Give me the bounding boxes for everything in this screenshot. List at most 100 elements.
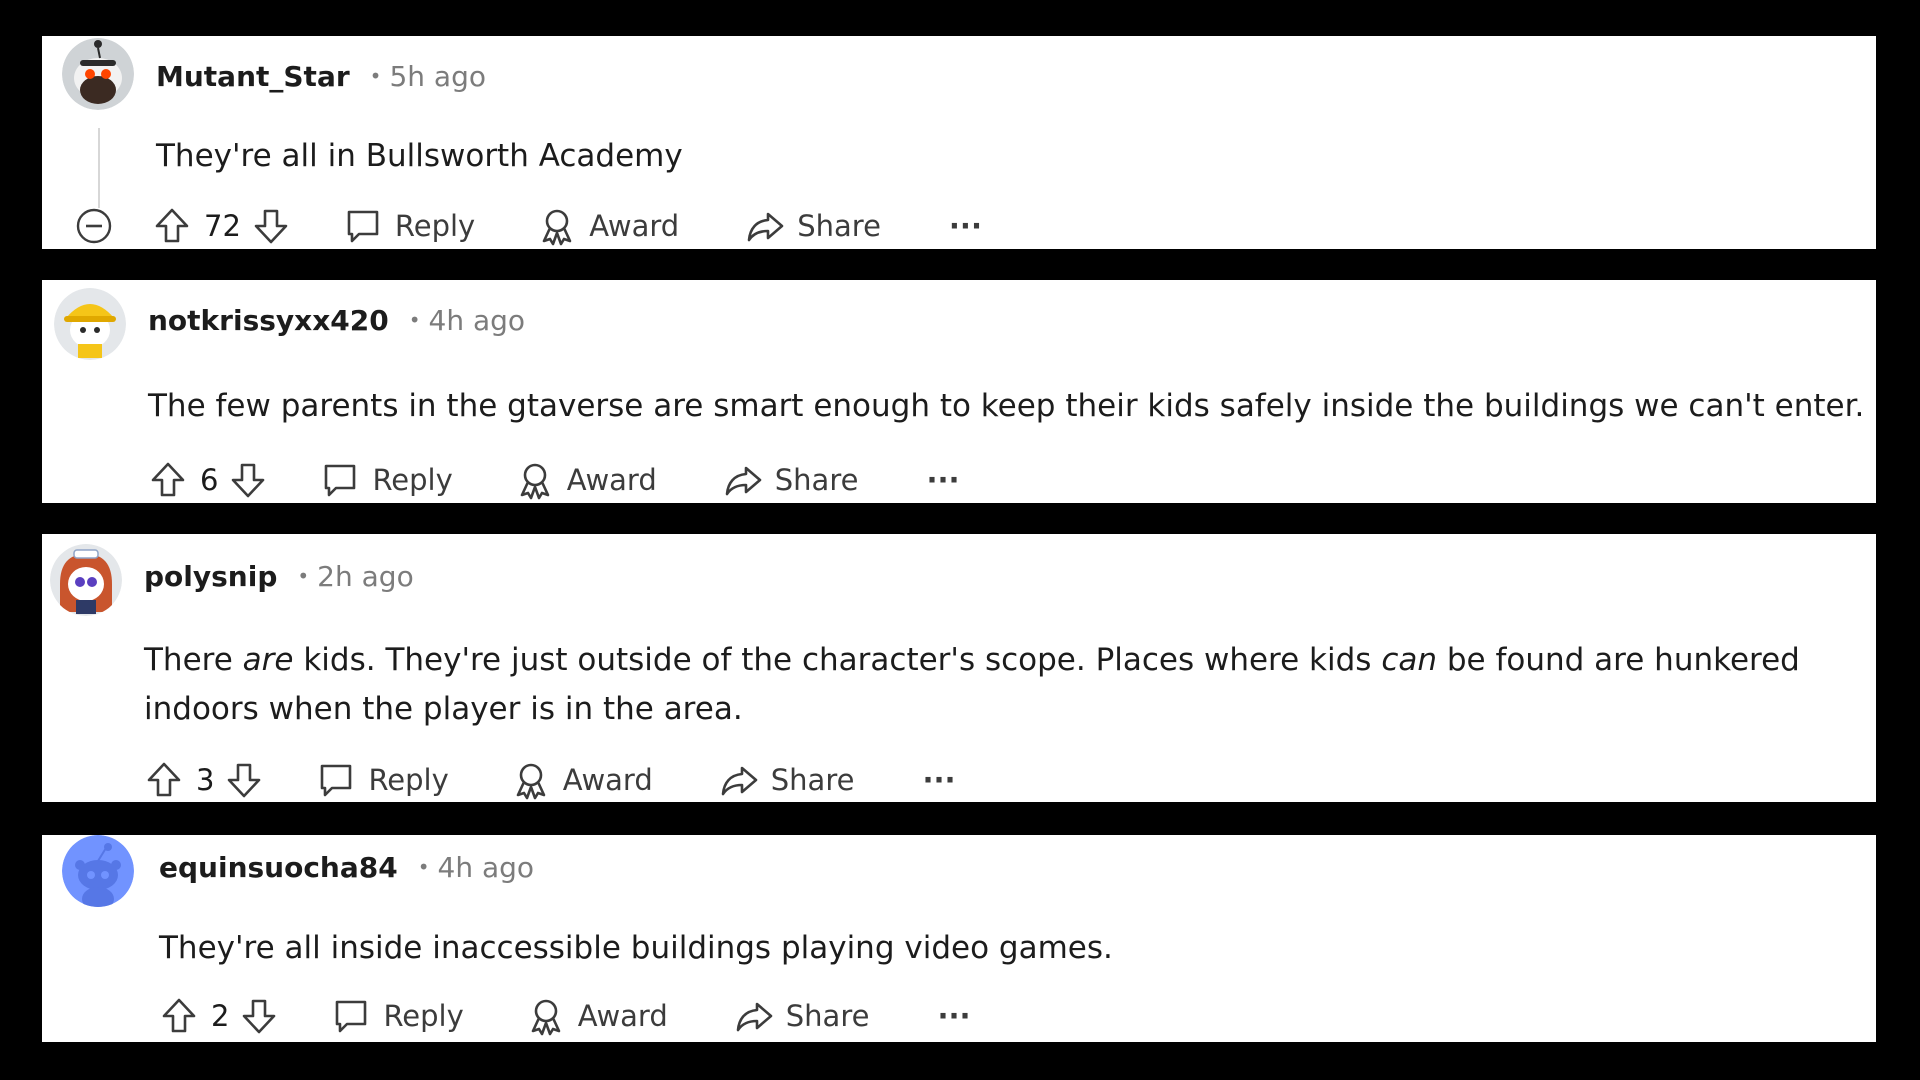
comment-card: polysnip • 2h ago There are kids. They'r… <box>42 534 1876 802</box>
comment-meta: polysnip • 2h ago <box>144 556 414 596</box>
username[interactable]: Mutant_Star <box>156 60 350 93</box>
snoo-with-beard-avatar[interactable] <box>62 38 134 110</box>
snoo-yellow-hat-avatar[interactable] <box>54 288 126 360</box>
collapse-thread-button[interactable] <box>74 206 114 246</box>
vote-count: 2 <box>211 999 230 1033</box>
award-label: Award <box>577 999 668 1033</box>
award-label: Award <box>562 763 653 797</box>
more-options-button[interactable]: ··· <box>937 999 970 1033</box>
downvote-button[interactable] <box>251 206 291 246</box>
more-icon: ··· <box>948 209 982 243</box>
default-snoo-avatar[interactable] <box>62 835 134 907</box>
text-run: be found are hunkered <box>1437 642 1800 678</box>
reply-button[interactable]: Reply <box>343 206 475 246</box>
award-button[interactable]: Award <box>526 996 668 1036</box>
downvote-icon <box>251 206 291 246</box>
thread-line[interactable] <box>98 128 100 208</box>
award-icon <box>515 460 555 500</box>
more-options-button[interactable]: ··· <box>949 209 982 243</box>
award-icon <box>537 206 577 246</box>
comment-text: They're all in Bullsworth Academy <box>156 138 683 174</box>
separator-dot: • <box>408 308 421 332</box>
share-icon <box>719 760 759 800</box>
timestamp[interactable]: 2h ago <box>317 560 414 593</box>
reply-label: Reply <box>383 999 464 1033</box>
award-icon <box>511 760 551 800</box>
award-button[interactable]: Award <box>511 760 653 800</box>
share-icon <box>745 206 785 246</box>
vote-count: 72 <box>204 209 241 243</box>
share-button[interactable]: Share <box>723 460 859 500</box>
downvote-button[interactable] <box>224 760 264 800</box>
emphasis-text: are <box>242 642 294 678</box>
username[interactable]: polysnip <box>144 560 277 593</box>
share-button[interactable]: Share <box>734 996 870 1036</box>
comment-text: The few parents in the gtaverse are smar… <box>148 388 1865 424</box>
upvote-icon <box>144 760 184 800</box>
timestamp[interactable]: 4h ago <box>429 304 526 337</box>
comment-text: They're all inside inaccessible building… <box>159 930 1113 966</box>
reply-icon <box>331 996 371 1036</box>
username[interactable]: notkrissyxx420 <box>148 304 389 337</box>
more-icon: ··· <box>937 999 971 1033</box>
timestamp[interactable]: 4h ago <box>438 851 535 884</box>
separator-dot: • <box>417 855 430 879</box>
downvote-icon <box>239 996 279 1036</box>
snoo-red-hair-avatar[interactable] <box>50 544 122 616</box>
action-bar: 2 Reply Award Share ··· <box>159 992 971 1040</box>
award-button[interactable]: Award <box>515 460 657 500</box>
comment-card: notkrissyxx420 • 4h ago The few parents … <box>42 280 1876 503</box>
more-options-button[interactable]: ··· <box>926 463 959 497</box>
reply-label: Reply <box>372 463 453 497</box>
upvote-icon <box>148 460 188 500</box>
action-bar: 72 Reply Award Share ··· <box>74 202 982 249</box>
share-label: Share <box>770 763 855 797</box>
downvote-button[interactable] <box>239 996 279 1036</box>
award-label: Award <box>566 463 657 497</box>
reply-label: Reply <box>394 209 476 243</box>
downvote-button[interactable] <box>228 460 268 500</box>
upvote-icon <box>152 206 192 246</box>
downvote-icon <box>228 460 268 500</box>
more-options-button[interactable]: ··· <box>922 763 955 797</box>
vote-count: 6 <box>200 463 219 497</box>
reply-button[interactable]: Reply <box>331 996 464 1036</box>
reply-icon <box>343 206 383 246</box>
upvote-icon <box>159 996 199 1036</box>
comment-card: equinsuocha84 • 4h ago They're all insid… <box>42 835 1876 1042</box>
reply-button[interactable]: Reply <box>320 460 453 500</box>
reply-icon <box>316 760 356 800</box>
timestamp[interactable]: 5h ago <box>389 60 486 93</box>
reply-button[interactable]: Reply <box>316 760 449 800</box>
upvote-button[interactable] <box>144 760 184 800</box>
share-label: Share <box>785 999 870 1033</box>
award-button[interactable]: Award <box>537 206 679 246</box>
downvote-icon <box>224 760 264 800</box>
text-run: There <box>144 642 243 678</box>
upvote-button[interactable] <box>148 460 188 500</box>
comment-text-line: indoors when the player is in the area. <box>144 691 743 727</box>
more-icon: ··· <box>922 763 956 797</box>
award-icon <box>526 996 566 1036</box>
reply-icon <box>320 460 360 500</box>
award-label: Award <box>589 209 680 243</box>
separator-dot: • <box>369 64 382 88</box>
username[interactable]: equinsuocha84 <box>159 851 398 884</box>
vote-count: 3 <box>196 763 215 797</box>
share-icon <box>723 460 763 500</box>
upvote-button[interactable] <box>159 996 199 1036</box>
comment-meta: equinsuocha84 • 4h ago <box>159 847 534 887</box>
action-bar: 6 Reply Award Share ··· <box>148 456 960 503</box>
comment-text: There are kids. They're just outside of … <box>144 636 1800 734</box>
share-label: Share <box>774 463 859 497</box>
comment-meta: Mutant_Star • 5h ago <box>156 56 486 96</box>
collapse-thread-icon <box>74 206 114 246</box>
action-bar: 3 Reply Award Share ··· <box>144 756 956 802</box>
upvote-button[interactable] <box>152 206 192 246</box>
share-button[interactable]: Share <box>719 760 855 800</box>
text-run: kids. They're just outside of the charac… <box>293 642 1382 678</box>
reply-label: Reply <box>368 763 449 797</box>
share-button[interactable]: Share <box>745 206 881 246</box>
comment-meta: notkrissyxx420 • 4h ago <box>148 300 525 340</box>
share-label: Share <box>797 209 881 243</box>
